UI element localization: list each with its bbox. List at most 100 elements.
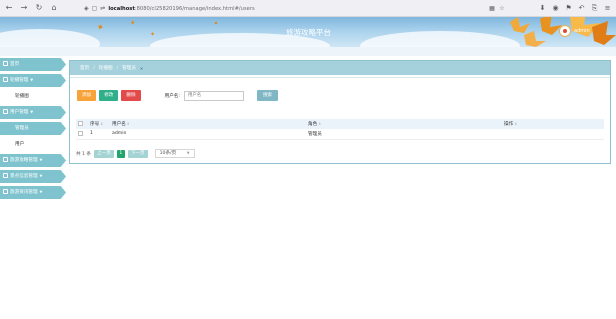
sidebar: 首页 轮播管理 ▼ 轮播图 用户管理 ▼ 管理员 用户 旅游攻略管理 ▼ 景点信息管理… (0, 58, 66, 202)
table-row[interactable]: 1 admin 管理员 (76, 129, 604, 140)
cell-action (504, 129, 604, 140)
leaf-icon: ✦ (128, 18, 138, 28)
cloud-decoration (0, 29, 100, 47)
sidebar-item-label: 用户管理 (10, 110, 29, 115)
sidebar-item-users[interactable]: 用户 (0, 138, 66, 151)
menu-icon[interactable]: ≡ (601, 3, 614, 14)
search-button[interactable]: 搜索 (256, 90, 279, 101)
content-card: 添加 修改 删除 用户名: 搜索 序号⇕ 用户名⇕ 角色⇕ 操作⇕ 1 (70, 77, 610, 163)
sidebar-item-admin[interactable]: 管理员 (0, 122, 66, 135)
extensions-icon[interactable]: ⬇ (536, 3, 549, 14)
next-page-button[interactable]: 下一页 (127, 149, 148, 158)
sidebar-item-carousel-management[interactable]: 轮播管理 ▼ (0, 74, 66, 87)
address-bar[interactable]: ◈ ▢ ⇌ localhost :8080/cl25820196/manage/… (84, 3, 490, 14)
page-size-value: 10条/页 (159, 151, 177, 156)
permissions-icon: ⇌ (100, 5, 106, 12)
sort-icon[interactable]: ⇕ (127, 122, 130, 126)
sidebar-item-label: 轮播管理 (10, 78, 29, 83)
header-banner: ✦ ✦ ✦ ✦ 旅游攻略平台 admin (0, 17, 616, 47)
sidebar-item-label: 用户 (15, 142, 25, 147)
arrow-right-icon[interactable]: → (18, 2, 30, 14)
sort-icon[interactable]: ⇕ (318, 122, 321, 126)
sidebar-item-home[interactable]: 首页 (0, 58, 66, 71)
breadcrumb-home[interactable]: 首页 (80, 65, 89, 71)
screenshot-icon[interactable]: ⎘ (588, 3, 601, 14)
shield-icon: ◈ (84, 5, 89, 12)
cell-role: 管理员 (308, 129, 504, 140)
page-size-select[interactable]: 10条/页 ▼ (154, 149, 195, 158)
user-name: admin (574, 28, 590, 34)
column-label: 操作 (504, 122, 514, 127)
breadcrumb-section[interactable]: 轮播图 (99, 65, 113, 71)
column-label: 序号 (90, 122, 100, 127)
chevron-down-icon: ▼ (186, 151, 190, 155)
row-checkbox[interactable] (78, 130, 83, 136)
grid-icon[interactable]: ▦ (487, 3, 497, 14)
breadcrumb: 首页 / 轮播图 / 管理员 ✕ (70, 61, 610, 75)
select-all-checkbox[interactable] (78, 121, 83, 126)
browser-tools: ⬇ ◉ ⚑ ↶ ⎘ ≡ (536, 3, 614, 14)
cell-username: admin (112, 129, 308, 140)
chevron-down-icon: ▼ (30, 110, 34, 114)
admin-table: 序号⇕ 用户名⇕ 角色⇕ 操作⇕ 1 admin 管理员 (76, 119, 604, 140)
chevron-down-icon: ▼ (39, 174, 43, 178)
browser-toolbar: ← → ↻ ⌂ ◈ ▢ ⇌ localhost :8080/cl25820196… (0, 0, 616, 17)
chevron-down-icon: ▼ (39, 158, 43, 162)
app-title: 旅游攻略平台 (286, 28, 331, 37)
total-count: 共 1 条 (76, 151, 92, 157)
star-icon[interactable]: ☆ (497, 3, 507, 14)
sidebar-item-guide-management[interactable]: 旅游攻略管理 ▼ (0, 154, 66, 167)
edit-button[interactable]: 修改 (99, 90, 119, 101)
sidebar-item-label: 旅游攻略管理 (10, 158, 38, 163)
home-icon[interactable]: ⌂ (48, 2, 60, 14)
add-button[interactable]: 添加 (77, 90, 97, 101)
address-actions: ▦ ☆ (487, 3, 507, 14)
home-icon (3, 61, 8, 66)
undo-icon[interactable]: ↶ (575, 3, 588, 14)
close-icon[interactable]: ✕ (140, 66, 143, 71)
sidebar-item-label: 轮播图 (15, 94, 29, 99)
main-panel: 首页 / 轮播图 / 管理员 ✕ 添加 修改 删除 用户名: 搜索 序号⇕ 用户… (69, 60, 611, 164)
row-select-cell (76, 129, 90, 140)
leaf-icon: ✦ (211, 19, 220, 28)
leaf-icon: ✦ (94, 21, 106, 35)
sidebar-item-attraction-management[interactable]: 景点信息管理 ▼ (0, 170, 66, 183)
breadcrumb-separator: / (116, 65, 119, 71)
cell-index: 1 (90, 129, 112, 140)
column-label: 角色 (308, 122, 318, 127)
avatar[interactable] (559, 25, 571, 37)
url-path: :8080/cl25820196/manage/index.html#/user… (134, 5, 255, 12)
prev-page-button[interactable]: 上一页 (94, 149, 114, 158)
column-header-username[interactable]: 用户名⇕ (112, 119, 308, 129)
user-icon (3, 109, 8, 114)
arrow-left-icon[interactable]: ← (3, 2, 15, 14)
page-number-button[interactable]: 1 (116, 149, 125, 158)
document-icon (3, 173, 8, 178)
header-divider (0, 47, 616, 56)
column-header-role[interactable]: 角色⇕ (308, 119, 504, 129)
action-toolbar: 添加 修改 删除 用户名: 搜索 (77, 90, 281, 101)
sidebar-item-news-management[interactable]: 旅游资讯管理 ▼ (0, 186, 66, 199)
delete-button[interactable]: 删除 (121, 90, 141, 101)
document-icon (3, 157, 8, 162)
breadcrumb-current: 管理员 (122, 66, 136, 71)
reload-icon[interactable]: ↻ (33, 2, 45, 14)
bookmark-icon[interactable]: ⚑ (562, 3, 575, 14)
account-icon[interactable]: ◉ (549, 3, 562, 14)
sidebar-item-user-management[interactable]: 用户管理 ▼ (0, 106, 66, 119)
maple-leaves-decoration (510, 17, 616, 47)
column-header-index[interactable]: 序号⇕ (90, 119, 112, 129)
sidebar-item-carousel[interactable]: 轮播图 (0, 90, 66, 103)
table-header-row: 序号⇕ 用户名⇕ 角色⇕ 操作⇕ (76, 119, 604, 129)
user-chip[interactable]: admin (559, 25, 590, 37)
sort-icon[interactable]: ⇕ (514, 122, 517, 126)
column-header-action[interactable]: 操作⇕ (504, 119, 604, 129)
select-all-cell (76, 119, 90, 129)
chevron-down-icon: ▼ (39, 190, 43, 194)
search-input[interactable] (183, 90, 244, 101)
sidebar-item-label: 管理员 (15, 126, 29, 131)
sidebar-item-label: 景点信息管理 (10, 174, 38, 179)
sidebar-item-label: 旅游资讯管理 (10, 190, 38, 195)
pagination: 共 1 条 上一页 1 下一页 10条/页 ▼ (76, 149, 195, 158)
sort-icon[interactable]: ⇕ (100, 122, 103, 126)
